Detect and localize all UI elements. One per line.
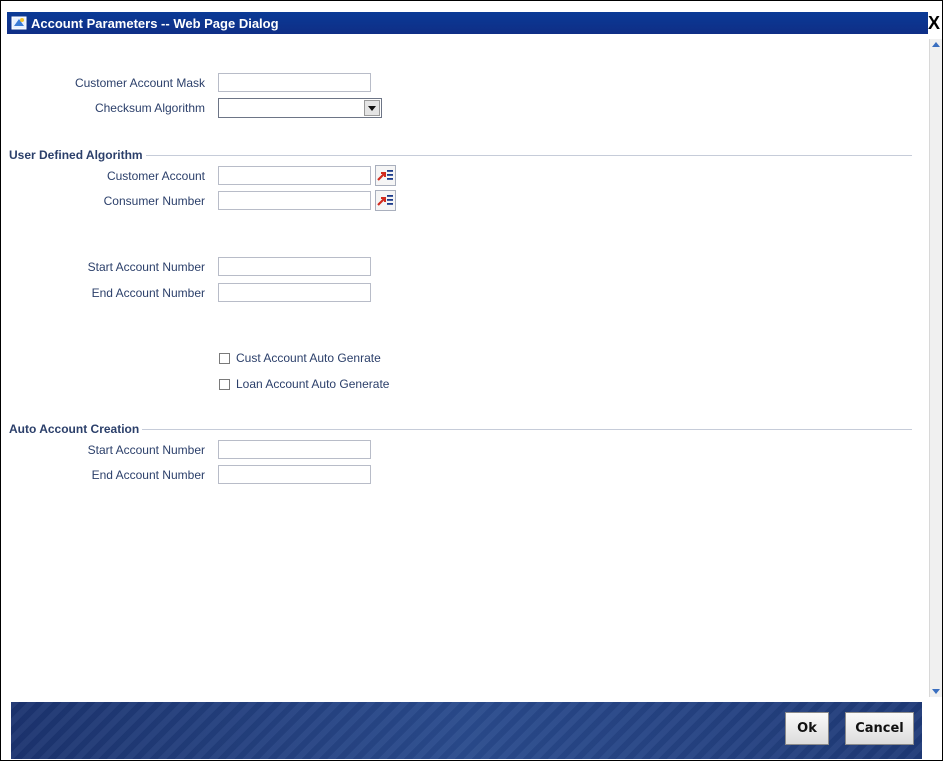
customer-account-label: Customer Account [106, 169, 205, 183]
aac-start-account-number-label: Start Account Number [87, 443, 205, 457]
customer-account-mask-label: Customer Account Mask [74, 76, 205, 90]
window-title: Account Parameters -- Web Page Dialog [31, 15, 279, 31]
checksum-algorithm-label: Checksum Algorithm [94, 101, 205, 115]
loan-account-auto-generate-label: Loan Account Auto Generate [236, 377, 390, 391]
dialog-window: Account Parameters -- Web Page Dialog X … [0, 0, 943, 761]
loan-account-auto-generate-checkbox[interactable]: Loan Account Auto Generate [219, 377, 389, 391]
customer-account-mask-input[interactable] [218, 73, 371, 92]
user-defined-algorithm-title: User Defined Algorithm [9, 148, 143, 162]
auto-account-creation-title: Auto Account Creation [9, 422, 140, 436]
dropdown-button[interactable] [364, 100, 380, 116]
scroll-down-icon[interactable] [931, 686, 941, 696]
chevron-down-icon [368, 106, 376, 111]
section-divider [145, 154, 912, 156]
checksum-algorithm-select[interactable] [218, 98, 382, 118]
cancel-button[interactable]: Cancel [845, 712, 914, 745]
uda-end-account-number-input[interactable] [218, 283, 371, 302]
close-icon[interactable]: X [926, 14, 942, 32]
consumer-number-input[interactable] [218, 191, 371, 210]
aac-end-account-number-label: End Account Number [91, 468, 205, 482]
customer-account-input[interactable] [218, 166, 371, 185]
uda-end-account-number-label: End Account Number [91, 286, 205, 300]
checkbox-box[interactable] [219, 378, 230, 390]
title-bar: Account Parameters -- Web Page Dialog [7, 12, 928, 34]
user-defined-algorithm-legend: User Defined Algorithm [9, 148, 912, 162]
aac-start-account-number-input[interactable] [218, 440, 371, 459]
section-divider [142, 428, 912, 430]
cust-account-auto-generate-checkbox[interactable]: Cust Account Auto Genrate [219, 351, 381, 365]
ok-button[interactable]: Ok [785, 712, 829, 745]
dialog-app-icon [11, 16, 27, 30]
uda-start-account-number-input[interactable] [218, 257, 371, 276]
uda-start-account-number-label: Start Account Number [87, 260, 205, 274]
vertical-scrollbar[interactable] [929, 39, 942, 697]
scroll-up-icon[interactable] [931, 40, 941, 50]
cust-account-auto-generate-label: Cust Account Auto Genrate [236, 351, 381, 365]
consumer-number-lov-icon[interactable] [375, 190, 396, 211]
auto-account-creation-legend: Auto Account Creation [9, 422, 912, 436]
consumer-number-label: Consumer Number [103, 194, 205, 208]
aac-end-account-number-input[interactable] [218, 465, 371, 484]
checkbox-box[interactable] [219, 352, 230, 364]
customer-account-lov-icon[interactable] [375, 165, 396, 186]
